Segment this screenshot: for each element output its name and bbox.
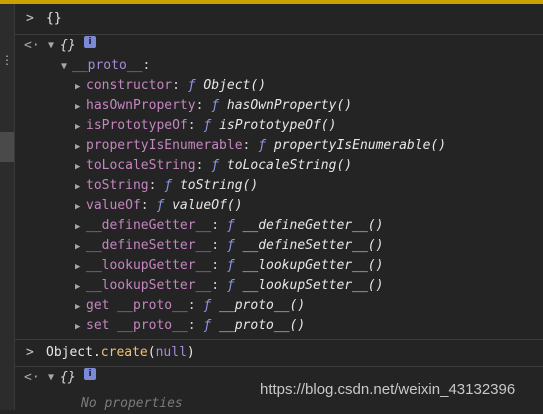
triangle-right-icon[interactable]: ▶ [75,317,86,337]
function-icon: ƒ [211,158,220,173]
function-icon: ƒ [226,278,235,293]
property-value: __lookupSetter__() [242,278,384,293]
function-icon: ƒ [187,78,196,93]
triangle-down-icon[interactable]: ▼ [48,36,59,56]
console-input-code: Object.create(null) [46,345,195,360]
property-row[interactable]: ▶ constructor: ƒ Object() [75,76,266,96]
console-input-text: {} [46,11,62,26]
property-key: propertyIsEnumerable [86,138,243,153]
property-key: get __proto__ [86,298,188,313]
console-panel: > {} <· ▼ {} i ▼ __proto__: ▶ constructor:… [15,4,543,411]
colon: : [172,78,188,93]
object-label: {} [60,38,76,53]
property-value: __lookupGetter__() [242,258,384,273]
colon: : [195,98,212,113]
triangle-right-icon[interactable]: ▶ [75,237,86,257]
property-key: __lookupGetter__ [86,258,212,273]
no-properties-text: No properties [81,396,183,411]
triangle-right-icon[interactable]: ▶ [75,77,86,97]
function-icon: ƒ [226,238,235,253]
info-icon[interactable]: i [84,36,96,48]
triangle-right-icon[interactable]: ▶ [75,277,86,297]
colon: : [211,258,227,273]
property-key: toLocaleString [86,158,196,173]
colon: : [140,198,157,213]
triangle-down-icon[interactable]: ▼ [61,57,72,77]
property-row[interactable]: ▶ toString: ƒ toString() [75,176,258,196]
property-value: isPrototypeOf() [219,118,337,133]
colon: : [211,278,227,293]
colon: : [187,118,204,133]
chevron-right-icon: > [26,11,34,26]
property-key: hasOwnProperty [86,98,196,113]
proto-row[interactable]: ▼ __proto__: [61,56,150,76]
triangle-right-icon[interactable]: ▶ [75,117,86,137]
property-row[interactable]: ▶ set __proto__: ƒ __proto__() [75,316,305,336]
property-key: valueOf [86,198,141,213]
property-row[interactable]: ▶ isPrototypeOf: ƒ isPrototypeOf() [75,116,336,136]
property-value: __defineSetter__() [242,238,384,253]
property-row[interactable]: ▶ __defineSetter__: ƒ __defineSetter__() [75,236,383,256]
triangle-right-icon[interactable]: ▶ [75,177,86,197]
divider [15,34,543,35]
watermark: https://blog.csdn.net/weixin_43132396 [260,381,516,398]
property-key: __lookupSetter__ [86,278,212,293]
object-label: {} [60,370,76,385]
function-icon: ƒ [211,98,220,113]
property-value: toString() [179,178,259,193]
property-value: valueOf() [172,198,243,213]
property-row[interactable]: ▶ __lookupGetter__: ƒ __lookupGetter__() [75,256,383,276]
triangle-right-icon[interactable]: ▶ [75,157,86,177]
property-row[interactable]: ▶ toLocaleString: ƒ toLocaleString() [75,156,352,176]
more-dots-icon[interactable]: ⋮ [1,54,13,66]
proto-label: __proto__ [72,58,143,73]
triangle-right-icon[interactable]: ▶ [75,97,86,117]
triangle-right-icon[interactable]: ▶ [75,217,86,237]
triangle-right-icon[interactable]: ▶ [75,137,86,157]
property-value: __proto__() [219,318,306,333]
colon: : [211,238,227,253]
triangle-right-icon[interactable]: ▶ [75,297,86,317]
colon: : [187,298,204,313]
chevron-right-icon: > [26,345,34,360]
property-row[interactable]: ▶ propertyIsEnumerable: ƒ propertyIsEnume… [75,136,446,156]
back-arrow-icon: <· [24,370,40,385]
property-value: __proto__() [219,298,306,313]
property-key: toString [86,178,149,193]
triangle-right-icon[interactable]: ▶ [75,197,86,217]
property-row[interactable]: ▶ __defineGetter__: ƒ __defineGetter__() [75,216,383,236]
property-key: __defineSetter__ [86,238,212,253]
function-icon: ƒ [226,218,235,233]
triangle-down-icon[interactable]: ▼ [48,368,59,388]
function-icon: ƒ [164,178,173,193]
left-panel: ⋮ [0,4,15,410]
colon: : [242,138,259,153]
triangle-right-icon[interactable]: ▶ [75,257,86,277]
property-value: __defineGetter__() [242,218,384,233]
divider [15,366,543,367]
property-row[interactable]: ▶ hasOwnProperty: ƒ hasOwnProperty() [75,96,352,116]
info-icon[interactable]: i [84,368,96,380]
property-value: Object() [203,78,267,93]
colon: : [187,318,204,333]
function-icon: ƒ [258,138,267,153]
property-row[interactable]: ▶ valueOf: ƒ valueOf() [75,196,243,216]
colon: : [148,178,165,193]
divider [15,339,543,340]
property-key: set __proto__ [86,318,188,333]
property-value: toLocaleString() [226,158,353,173]
colon: : [195,158,212,173]
property-value: propertyIsEnumerable() [273,138,447,153]
property-key: __defineGetter__ [86,218,212,233]
back-arrow-icon: <· [24,38,40,53]
property-row[interactable]: ▶ get __proto__: ƒ __proto__() [75,296,305,316]
property-row[interactable]: ▶ __lookupSetter__: ƒ __lookupSetter__() [75,276,383,296]
property-value: hasOwnProperty() [226,98,353,113]
property-key: constructor [86,78,173,93]
function-icon: ƒ [226,258,235,273]
scroll-indicator[interactable] [0,132,14,162]
colon: : [211,218,227,233]
property-key: isPrototypeOf [86,118,188,133]
